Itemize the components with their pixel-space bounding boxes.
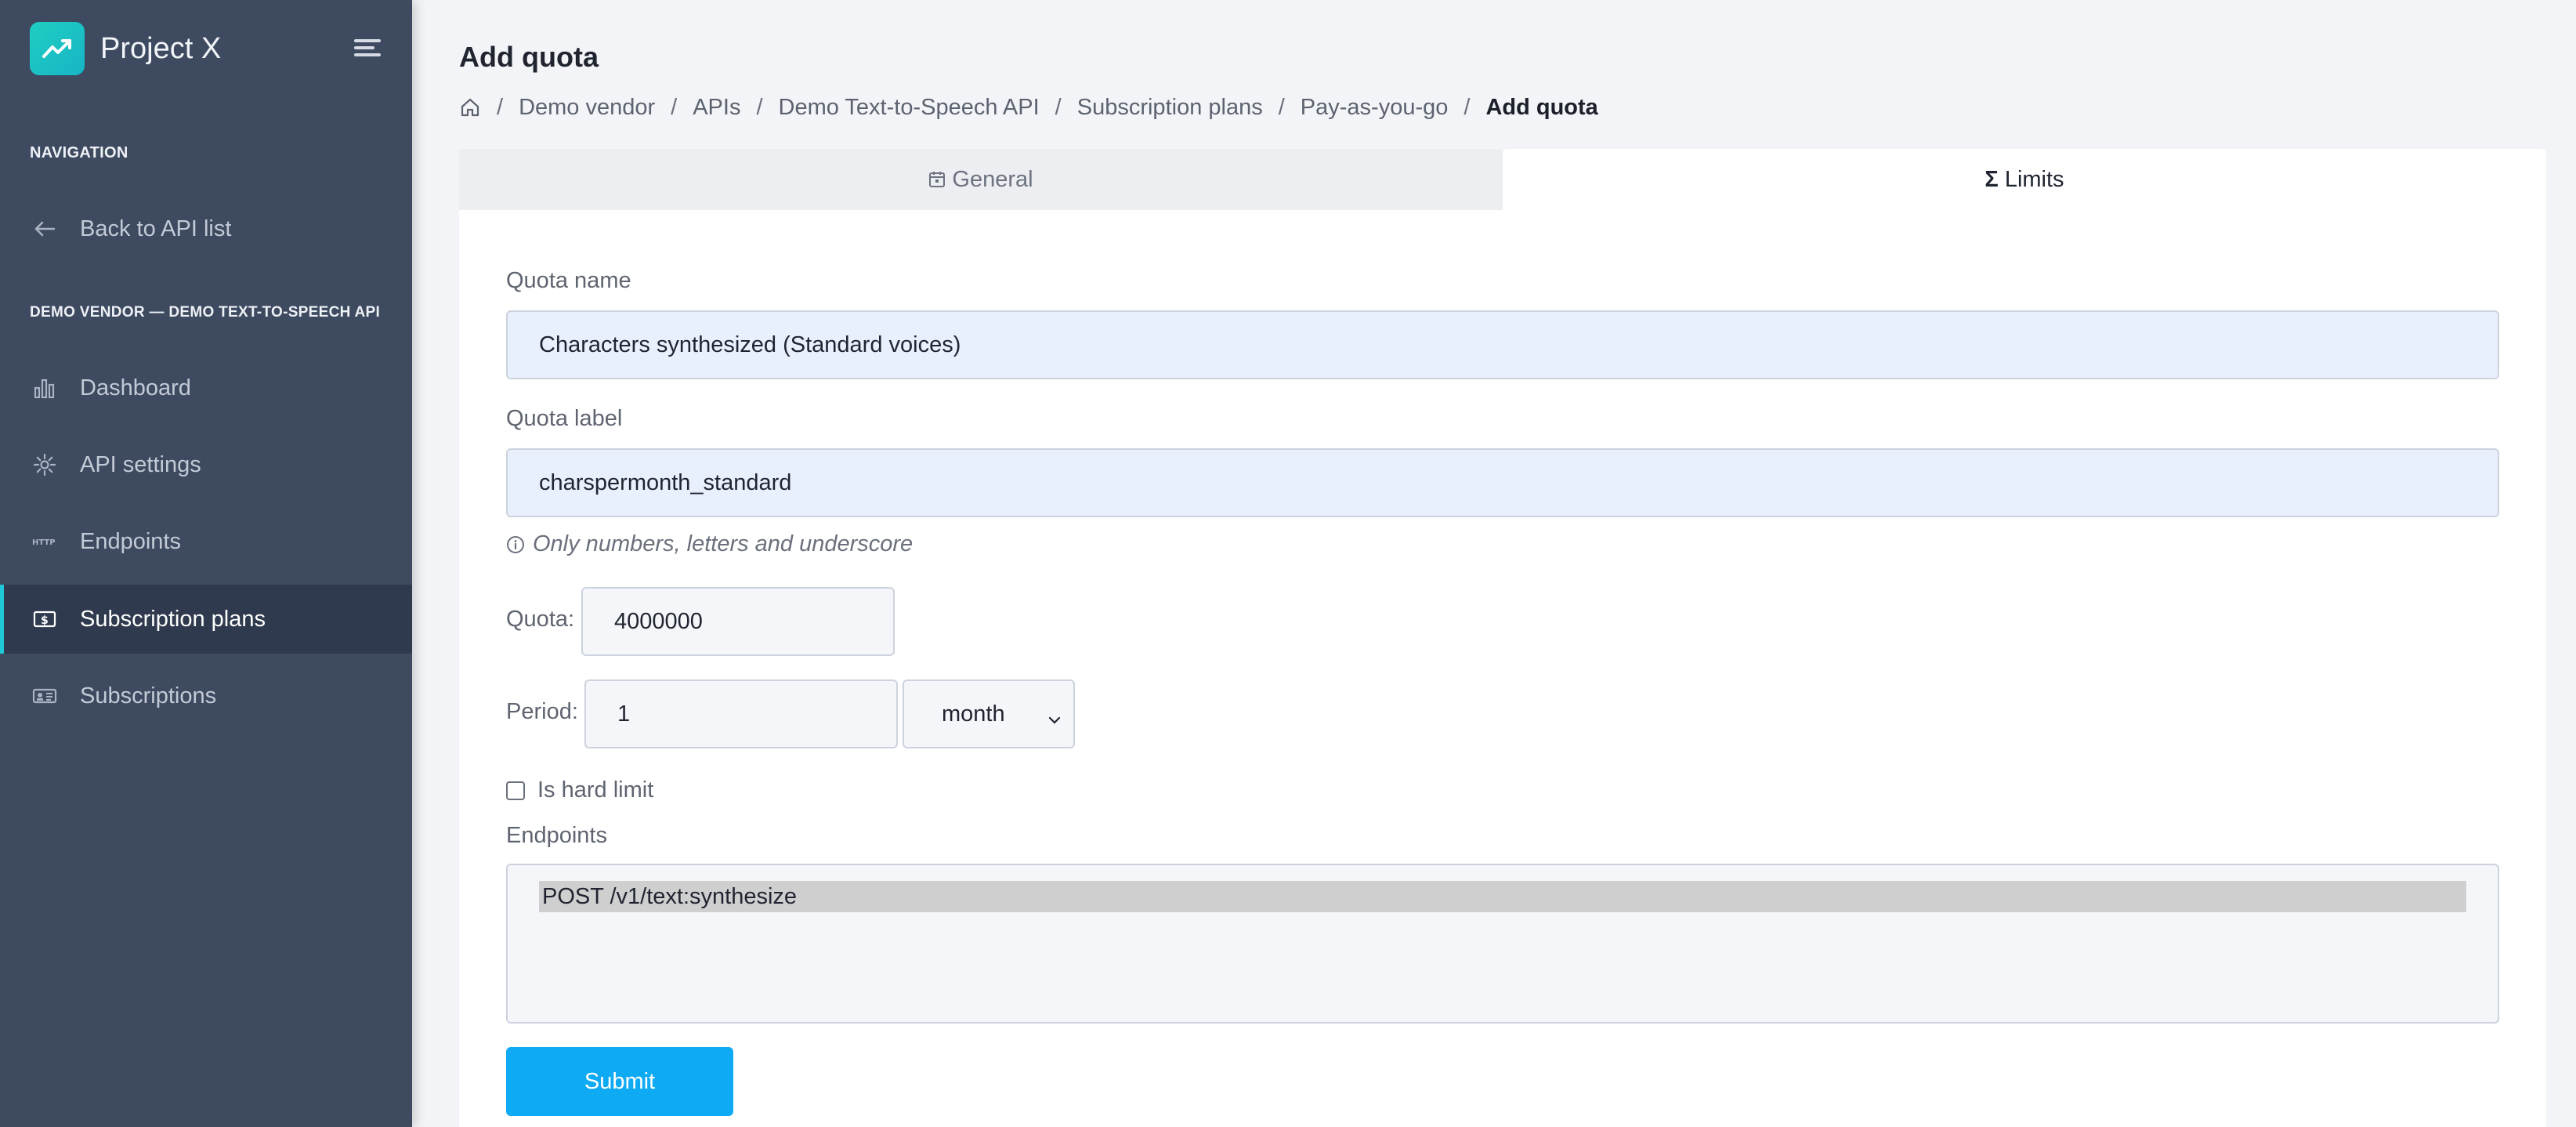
breadcrumb-api[interactable]: Demo Text-to-Speech API <box>779 95 1040 121</box>
sidebar-item-dashboard[interactable]: Dashboard <box>0 353 412 422</box>
quota-amount-input[interactable] <box>581 587 895 656</box>
quota-label-label: Quota label <box>506 406 623 431</box>
quota-amount-label: Quota: <box>506 607 575 632</box>
calendar-icon <box>928 171 946 188</box>
home-icon[interactable] <box>459 96 481 118</box>
endpoints-multiselect[interactable]: POST /v1/text:synthesize <box>506 864 2499 1024</box>
breadcrumb-separator: / <box>756 94 763 120</box>
breadcrumb-separator: / <box>1463 94 1471 120</box>
sidebar-item-label: Subscription plans <box>80 606 266 632</box>
period-unit-value: month <box>942 701 1005 727</box>
brand[interactable]: Project X <box>30 22 221 75</box>
arrow-left-icon <box>31 216 58 242</box>
breadcrumb-separator: / <box>671 94 678 120</box>
tab-limits[interactable]: Σ Limits <box>1503 149 2546 210</box>
chevron-down-icon <box>1047 706 1062 732</box>
tab-bar: General Σ Limits <box>459 149 2546 210</box>
page-title: Add quota <box>459 41 599 73</box>
endpoints-label: Endpoints <box>506 823 607 848</box>
sigma-icon: Σ <box>1984 166 1999 192</box>
gear-icon <box>31 451 58 478</box>
http-icon: HTTP <box>31 528 58 555</box>
sidebar: Project X NAVIGATION Back to API list DE… <box>0 0 412 1127</box>
breadcrumb-separator: / <box>1055 94 1062 120</box>
sidebar-item-subscription-plans[interactable]: $ Subscription plans <box>0 585 412 654</box>
menu-toggle-icon[interactable] <box>354 39 381 58</box>
id-card-icon <box>31 683 58 709</box>
back-label: Back to API list <box>80 216 232 241</box>
hard-limit-label: Is hard limit <box>537 777 654 803</box>
breadcrumb-separator: / <box>497 94 504 120</box>
trending-up-icon <box>30 22 85 75</box>
period-label: Period: <box>506 699 578 724</box>
app-title: Project X <box>100 31 222 65</box>
breadcrumb-current: Add quota <box>1485 94 1598 120</box>
breadcrumb-demo-vendor[interactable]: Demo vendor <box>519 95 655 121</box>
limits-form-panel: Quota name Quota label Only numbers, let… <box>459 210 2546 1127</box>
quota-label-hint: Only numbers, letters and underscore <box>506 531 913 557</box>
hard-limit-checkbox[interactable] <box>506 781 525 800</box>
breadcrumb: / Demo vendor / APIs / Demo Text-to-Spee… <box>459 92 1598 122</box>
breadcrumb-plan[interactable]: Pay-as-you-go <box>1301 95 1449 121</box>
navigation-heading: NAVIGATION <box>30 144 128 161</box>
breadcrumb-separator: / <box>1278 94 1285 120</box>
tab-general[interactable]: General <box>459 149 1503 210</box>
period-input[interactable] <box>584 679 898 748</box>
endpoint-option[interactable]: POST /v1/text:synthesize <box>539 881 2466 912</box>
hint-text: Only numbers, letters and underscore <box>533 531 914 556</box>
api-heading: DEMO VENDOR — DEMO TEXT-TO-SPEECH API <box>30 304 381 321</box>
sidebar-item-label: API settings <box>80 451 201 477</box>
main-content: Add quota / Demo vendor / APIs / Demo Te… <box>412 0 2576 1127</box>
tab-label: Limits <box>2004 166 2064 192</box>
period-unit-select[interactable]: month <box>903 679 1075 748</box>
quota-label-input[interactable] <box>506 448 2499 517</box>
svg-text:HTTP: HTTP <box>32 538 56 547</box>
hard-limit-row[interactable]: Is hard limit <box>506 777 653 803</box>
quota-name-label: Quota name <box>506 268 631 293</box>
dollar-card-icon: $ <box>31 606 58 632</box>
back-to-api-list-link[interactable]: Back to API list <box>0 194 412 263</box>
submit-button[interactable]: Submit <box>506 1047 733 1116</box>
breadcrumb-apis[interactable]: APIs <box>693 95 740 121</box>
sidebar-item-label: Dashboard <box>80 375 191 400</box>
breadcrumb-subscription-plans[interactable]: Subscription plans <box>1077 95 1263 121</box>
sidebar-item-api-settings[interactable]: API settings <box>0 430 412 499</box>
info-circle-icon <box>506 535 525 554</box>
tab-label: General <box>952 166 1033 192</box>
sidebar-item-subscriptions[interactable]: Subscriptions <box>0 661 412 730</box>
svg-text:$: $ <box>41 614 49 627</box>
bar-chart-icon <box>31 375 58 401</box>
sidebar-item-label: Subscriptions <box>80 683 217 708</box>
sidebar-item-label: Endpoints <box>80 528 181 554</box>
sidebar-item-endpoints[interactable]: HTTP Endpoints <box>0 507 412 576</box>
quota-name-input[interactable] <box>506 310 2499 379</box>
